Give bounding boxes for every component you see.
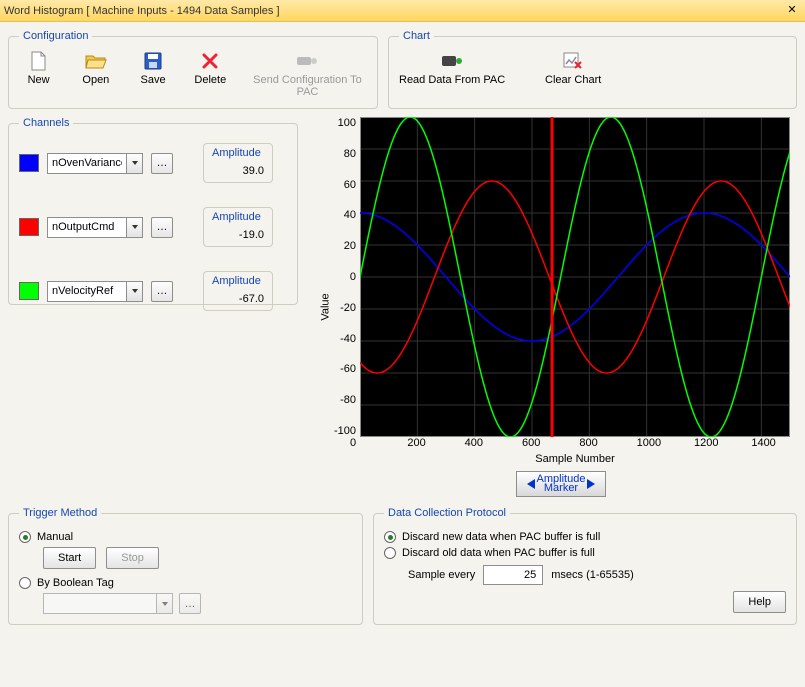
new-file-icon — [30, 50, 48, 72]
triangle-left-icon — [527, 479, 535, 489]
boolean-tag-label: By Boolean Tag — [37, 577, 114, 589]
radio-manual[interactable] — [19, 531, 31, 543]
save-label: Save — [141, 74, 166, 86]
channel-name-0[interactable] — [48, 154, 126, 173]
y-axis-label: Value — [320, 293, 332, 320]
trigger-legend: Trigger Method — [19, 507, 101, 519]
channel-swatch-1[interactable] — [19, 218, 39, 236]
chevron-down-icon[interactable] — [126, 154, 142, 173]
y-tick: -40 — [332, 333, 356, 345]
y-tick: 40 — [332, 209, 356, 221]
discard-new-label: Discard new data when PAC buffer is full — [402, 531, 600, 543]
sample-units-label: msecs (1-65535) — [551, 569, 634, 581]
read-pac-icon — [441, 50, 463, 72]
dcp-legend: Data Collection Protocol — [384, 507, 510, 519]
chevron-down-icon — [156, 594, 172, 613]
y-tick: 60 — [332, 179, 356, 191]
folder-open-icon — [85, 50, 107, 72]
send-config-icon — [296, 50, 318, 72]
send-config-button: Send Configuration To PAC — [248, 50, 367, 98]
y-tick: 0 — [332, 271, 356, 283]
start-button[interactable]: Start — [43, 547, 96, 569]
manual-label: Manual — [37, 531, 73, 543]
x-axis-label: Sample Number — [360, 453, 790, 465]
discard-old-label: Discard old data when PAC buffer is full — [402, 547, 595, 559]
radio-discard-old[interactable] — [384, 547, 396, 559]
y-tick: 100 — [332, 117, 356, 129]
amplitude-marker-button[interactable]: AmplitudeMarker — [516, 471, 606, 497]
chart-area[interactable]: Value 100806040200-20-40-60-80-100 02004… — [314, 117, 797, 497]
clear-chart-button[interactable]: Clear Chart — [523, 50, 623, 86]
boolean-tag-input — [44, 594, 156, 613]
configuration-legend: Configuration — [19, 30, 92, 42]
channel-browse-2[interactable]: … — [151, 281, 173, 302]
channel-select-0[interactable] — [47, 153, 143, 174]
save-button[interactable]: Save — [133, 50, 172, 86]
chevron-down-icon[interactable] — [126, 282, 142, 301]
amplitude-box-0: Amplitude 39.0 — [203, 143, 273, 183]
chart-legend: Chart — [399, 30, 434, 42]
amplitude-box-1: Amplitude -19.0 — [203, 207, 273, 247]
channel-name-1[interactable] — [48, 218, 126, 237]
y-tick: -20 — [332, 302, 356, 314]
channel-swatch-2[interactable] — [19, 282, 39, 300]
read-data-button[interactable]: Read Data From PAC — [399, 50, 505, 86]
stop-button: Stop — [106, 547, 159, 569]
radio-boolean-tag[interactable] — [19, 577, 31, 589]
send-config-label: Send Configuration To PAC — [248, 74, 367, 98]
channel-select-1[interactable] — [47, 217, 143, 238]
chart-canvas[interactable] — [360, 117, 790, 437]
radio-discard-new[interactable] — [384, 531, 396, 543]
channel-browse-1[interactable]: … — [151, 217, 173, 238]
channel-swatch-0[interactable] — [19, 154, 39, 172]
clear-chart-icon — [563, 50, 583, 72]
read-data-label: Read Data From PAC — [399, 74, 505, 86]
open-label: Open — [82, 74, 109, 86]
boolean-tag-browse: … — [179, 593, 201, 614]
window-title: Word Histogram [ Machine Inputs - 1494 D… — [4, 5, 783, 17]
y-tick: 80 — [332, 148, 356, 160]
delete-label: Delete — [194, 74, 226, 86]
new-label: New — [28, 74, 50, 86]
delete-button[interactable]: Delete — [191, 50, 230, 86]
channel-name-2[interactable] — [48, 282, 126, 301]
amplitude-box-2: Amplitude -67.0 — [203, 271, 273, 311]
channel-browse-0[interactable]: … — [151, 153, 173, 174]
y-tick: -80 — [332, 394, 356, 406]
y-tick: -100 — [332, 425, 356, 437]
help-button[interactable]: Help — [733, 591, 786, 613]
new-button[interactable]: New — [19, 50, 58, 86]
chevron-down-icon[interactable] — [126, 218, 142, 237]
close-icon[interactable]: ✕ — [783, 3, 801, 19]
channels-legend: Channels — [19, 117, 73, 129]
delete-x-icon — [202, 50, 218, 72]
y-tick: -60 — [332, 363, 356, 375]
y-tick: 20 — [332, 240, 356, 252]
channel-select-2[interactable] — [47, 281, 143, 302]
floppy-disk-icon — [144, 50, 162, 72]
clear-chart-label: Clear Chart — [545, 74, 601, 86]
boolean-tag-select — [43, 593, 173, 614]
sample-interval-input[interactable] — [483, 565, 543, 585]
triangle-right-icon — [587, 479, 595, 489]
sample-every-label: Sample every — [408, 569, 475, 581]
open-button[interactable]: Open — [76, 50, 115, 86]
